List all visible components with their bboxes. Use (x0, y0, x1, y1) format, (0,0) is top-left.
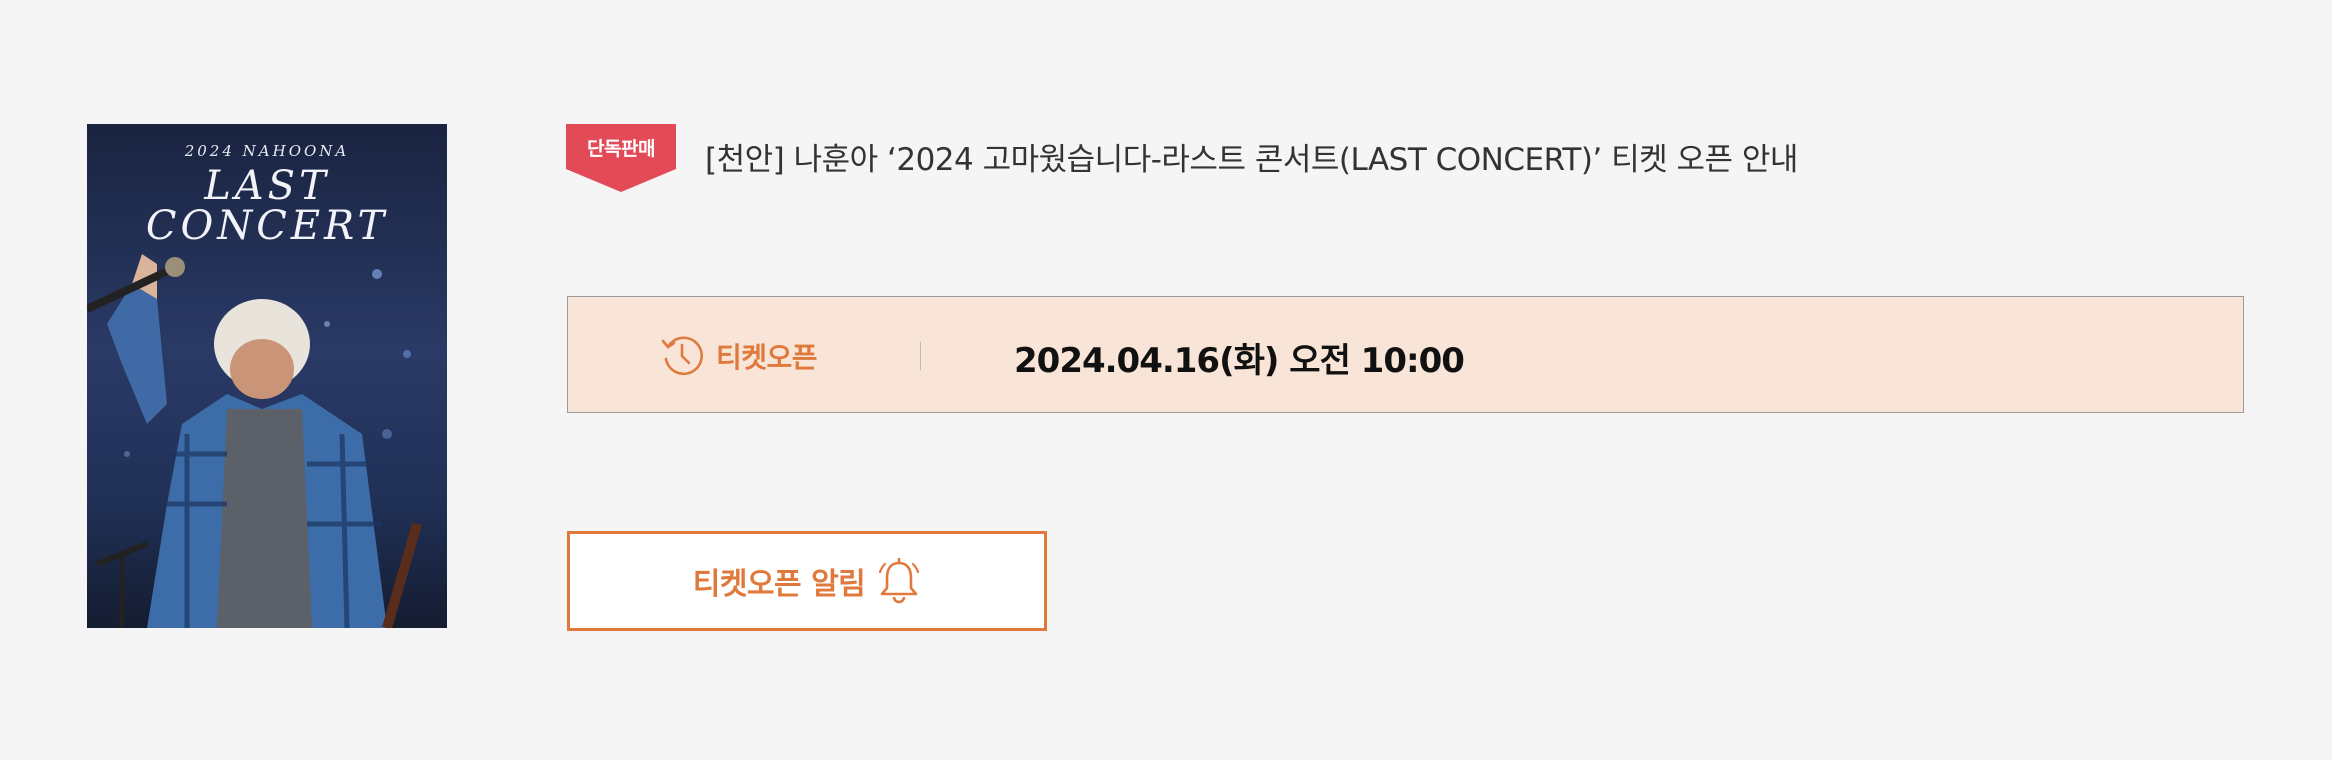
history-clock-icon (661, 336, 703, 376)
exclusive-sale-badge: 단독판매 (566, 124, 676, 192)
poster-year-text: 2024 NAHOONA (184, 142, 350, 160)
poster-title-text: LAST CONCERT (145, 163, 389, 249)
ticket-open-info: 티켓오픈 2024.04.16(화) 오전 10:00 (567, 296, 2244, 413)
badge-label: 단독판매 (587, 138, 655, 160)
ticket-open-alarm-button[interactable]: 티켓오픈 알림 (567, 531, 1047, 631)
alarm-button-label: 티켓오픈 알림 (692, 567, 866, 602)
ticket-notice-card: 2024 NAHOONA LAST CONCERT 단독판매 [천안] 나훈아 … (0, 0, 2332, 760)
ticket-open-datetime: 2024.04.16(화) 오전 10:00 (1014, 341, 1465, 381)
event-title: [천안] 나훈아 ‘2024 고마웠습니다-라스트 콘서트(LAST CONCE… (705, 142, 1798, 178)
concert-poster[interactable]: 2024 NAHOONA LAST CONCERT (87, 124, 447, 628)
bell-icon (879, 558, 920, 604)
ticket-open-label: 티켓오픈 (716, 341, 818, 374)
info-divider (920, 342, 921, 370)
